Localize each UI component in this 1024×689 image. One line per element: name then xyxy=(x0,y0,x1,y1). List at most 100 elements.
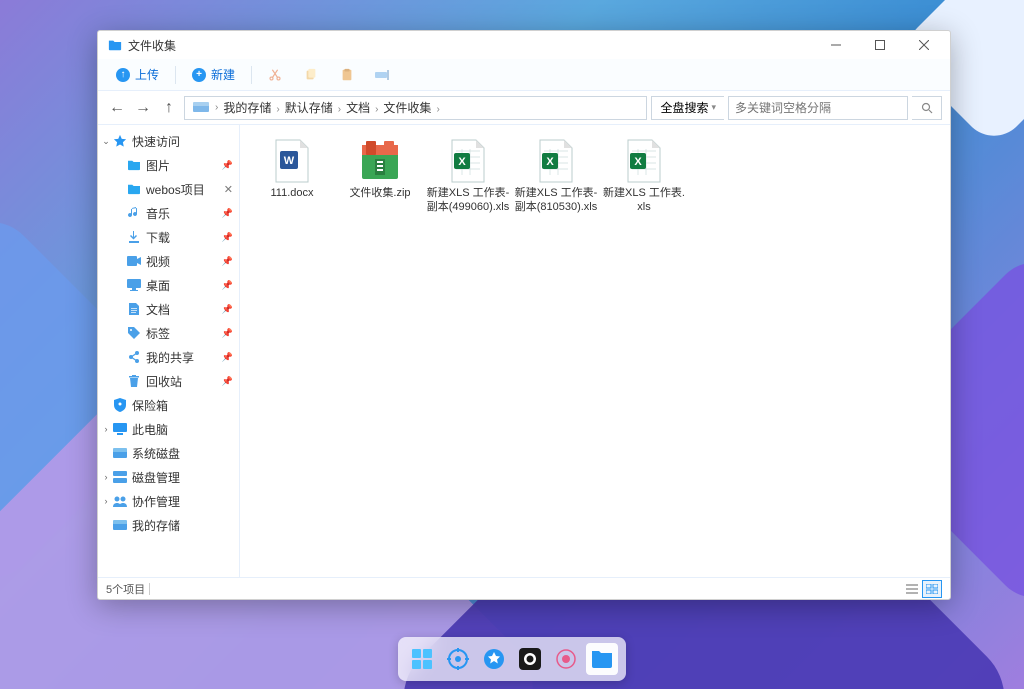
file-item[interactable]: X新建XLS 工作表-副本(810530).xls xyxy=(512,133,600,221)
taskbar-assist[interactable] xyxy=(550,643,582,675)
sidebar-item[interactable]: 文档📌 xyxy=(98,297,239,321)
taskbar xyxy=(398,637,626,681)
folder-icon xyxy=(108,38,122,52)
sidebar-item[interactable]: › 磁盘管理 xyxy=(98,465,239,489)
cut-button[interactable] xyxy=(264,64,286,86)
sidebar-label: 磁盘管理 xyxy=(132,469,233,486)
pin-icon: 📌 xyxy=(222,160,233,171)
sidebar-item[interactable]: 标签📌 xyxy=(98,321,239,345)
sidebar-item[interactable]: › 此电脑 xyxy=(98,417,239,441)
sidebar-label: webos项目 xyxy=(146,181,224,198)
sidebar-item[interactable]: 保险箱 xyxy=(98,393,239,417)
taskbar-settings[interactable] xyxy=(442,643,474,675)
breadcrumb-segment[interactable]: 默认存储 xyxy=(282,101,336,115)
music-icon xyxy=(126,205,142,221)
breadcrumb[interactable]: › 我的存储›默认存储›文档›文件收集› xyxy=(184,96,647,120)
expand-arrow-icon: › xyxy=(100,496,112,506)
disk-icon xyxy=(193,102,209,114)
svg-text:X: X xyxy=(634,156,642,168)
sidebar-label: 我的存储 xyxy=(132,517,233,534)
sidebar-item[interactable]: webos项目✕ xyxy=(98,177,239,201)
sidebar-item[interactable]: 我的共享📌 xyxy=(98,345,239,369)
sidebar-label: 视频 xyxy=(146,253,222,270)
new-button[interactable]: + 新建 xyxy=(182,62,245,87)
search-button[interactable] xyxy=(912,96,942,120)
chevron-right-icon: › xyxy=(336,104,343,115)
storage-icon xyxy=(112,517,128,533)
file-item[interactable]: X新建XLS 工作表.xls xyxy=(600,133,688,221)
sidebar-item[interactable]: 图片📌 xyxy=(98,153,239,177)
sidebar-label: 文档 xyxy=(146,301,222,318)
toolbar: ↑ 上传 + 新建 xyxy=(98,59,950,91)
navbar: ← → ↑ › 我的存储›默认存储›文档›文件收集› 全盘搜索 ▾ xyxy=(98,91,950,125)
file-name: 111.docx xyxy=(270,187,313,201)
plus-icon: + xyxy=(192,68,206,82)
svg-text:X: X xyxy=(546,156,554,168)
paste-button[interactable] xyxy=(336,64,358,86)
file-item[interactable]: 文件收集.zip xyxy=(336,133,424,221)
sidebar-label: 标签 xyxy=(146,325,222,342)
file-item[interactable]: W111.docx xyxy=(248,133,336,221)
upload-icon: ↑ xyxy=(116,68,130,82)
taskbar-start[interactable] xyxy=(406,643,438,675)
doc-icon xyxy=(126,301,142,317)
window-title: 文件收集 xyxy=(128,37,176,54)
breadcrumb-segment[interactable]: 我的存储 xyxy=(220,101,274,115)
breadcrumb-segment[interactable]: 文档 xyxy=(343,101,373,115)
expand-arrow-icon: ⌄ xyxy=(100,136,112,147)
unpin-icon[interactable]: ✕ xyxy=(224,183,233,196)
svg-text:X: X xyxy=(458,156,466,168)
file-item[interactable]: X新建XLS 工作表-副本(499060).xls xyxy=(424,133,512,221)
file-manager-window: 文件收集 ↑ 上传 + 新建 ← → ↑ › 我的存储›默认存储›文档›文件收集 xyxy=(97,30,951,600)
sidebar-item[interactable]: 音乐📌 xyxy=(98,201,239,225)
back-button[interactable]: ← xyxy=(106,97,128,119)
pin-icon: 📌 xyxy=(222,376,233,387)
pin-icon: 📌 xyxy=(222,352,233,363)
sidebar-item[interactable]: 下载📌 xyxy=(98,225,239,249)
expand-arrow-icon: › xyxy=(100,424,112,434)
sidebar-label: 音乐 xyxy=(146,205,222,222)
upload-button[interactable]: ↑ 上传 xyxy=(106,62,169,87)
chevron-right-icon: › xyxy=(434,104,441,115)
xls-file-icon: X xyxy=(534,139,578,183)
sidebar-item[interactable]: ›协作管理 xyxy=(98,489,239,513)
expand-arrow-icon: › xyxy=(100,472,112,482)
view-list-button[interactable] xyxy=(902,580,922,598)
up-button[interactable]: ↑ xyxy=(158,97,180,119)
pin-icon: 📌 xyxy=(222,280,233,291)
sidebar-item[interactable]: 视频📌 xyxy=(98,249,239,273)
minimize-button[interactable] xyxy=(814,31,858,59)
view-grid-button[interactable] xyxy=(922,580,942,598)
sidebar-label: 此电脑 xyxy=(132,421,233,438)
folder-icon xyxy=(126,181,142,197)
sidebar-item[interactable]: 回收站📌 xyxy=(98,369,239,393)
xls-file-icon: X xyxy=(622,139,666,183)
sidebar-item[interactable]: 桌面📌 xyxy=(98,273,239,297)
disk-icon xyxy=(112,445,128,461)
taskbar-browser[interactable] xyxy=(478,643,510,675)
copy-button[interactable] xyxy=(300,64,322,86)
search-input[interactable] xyxy=(728,96,908,120)
sidebar-item[interactable]: 系统磁盘 xyxy=(98,441,239,465)
sidebar-item[interactable]: ⌄快速访问 xyxy=(98,129,239,153)
taskbar-files[interactable] xyxy=(586,643,618,675)
breadcrumb-segment[interactable]: 文件收集 xyxy=(380,101,434,115)
trash-icon xyxy=(126,373,142,389)
file-list[interactable]: W111.docx文件收集.zipX新建XLS 工作表-副本(499060).x… xyxy=(240,125,950,577)
close-button[interactable] xyxy=(902,31,946,59)
star-icon xyxy=(112,133,128,149)
search-mode-select[interactable]: 全盘搜索 ▾ xyxy=(651,96,724,120)
share-icon xyxy=(126,349,142,365)
sidebar-item[interactable]: 我的存储 xyxy=(98,513,239,537)
taskbar-camera[interactable] xyxy=(514,643,546,675)
forward-button[interactable]: → xyxy=(132,97,154,119)
titlebar[interactable]: 文件收集 xyxy=(98,31,950,59)
sidebar-label: 保险箱 xyxy=(132,397,233,414)
rename-button[interactable] xyxy=(372,64,394,86)
pin-icon: 📌 xyxy=(222,256,233,267)
pc-icon xyxy=(112,421,128,437)
search-icon xyxy=(921,102,933,114)
search-mode-label: 全盘搜索 xyxy=(660,99,708,116)
sidebar-label: 我的共享 xyxy=(146,349,222,366)
maximize-button[interactable] xyxy=(858,31,902,59)
